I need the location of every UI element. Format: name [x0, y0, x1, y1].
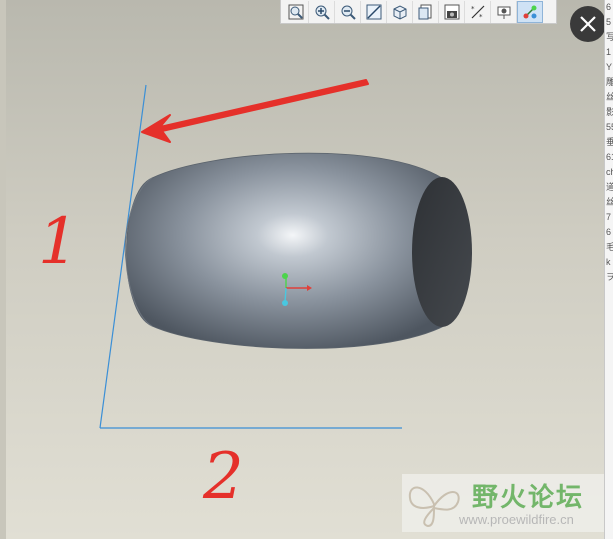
zoom-window-icon[interactable] — [283, 0, 309, 23]
svg-text:*: * — [471, 5, 475, 13]
panel-fragment: 影 — [606, 105, 613, 120]
close-button[interactable] — [570, 6, 606, 42]
panel-fragment: 55 — [606, 122, 613, 132]
snapshot-camera-icon[interactable] — [439, 0, 465, 23]
butterfly-logo-icon — [408, 486, 460, 528]
panel-fragment: 7 — [606, 212, 612, 222]
view-orientation-icon[interactable] — [387, 0, 413, 23]
panel-fragment: 垂 — [606, 135, 613, 150]
panel-fragment: 6 — [606, 227, 612, 237]
panel-fragment: Y — [606, 62, 613, 72]
panel-fragment: 雕 — [606, 75, 613, 90]
repaint-icon[interactable] — [361, 0, 387, 23]
right-side-panel: 6 5 写 1 Y 雕 丝 影 55 垂 61 ch 道 丝 7 6 毛 k ヲ — [604, 0, 613, 539]
saved-views-icon[interactable] — [413, 0, 439, 23]
zoom-in-icon[interactable] — [309, 0, 335, 23]
datum-planes-icon[interactable]: * * — [465, 0, 491, 23]
zoom-out-icon[interactable] — [335, 0, 361, 23]
panel-fragment: ch — [606, 167, 613, 177]
annotation-label-2: 2 — [203, 440, 244, 514]
svg-text:*: * — [479, 13, 483, 20]
panel-fragment: 道 — [606, 180, 613, 195]
panel-fragment: 丝 — [606, 90, 613, 105]
barrel-end-face[interactable] — [412, 177, 472, 327]
panel-fragment: 61 — [606, 152, 613, 162]
datum-csys-icon[interactable] — [517, 0, 543, 23]
panel-fragment: 6 — [606, 2, 612, 12]
watermark-url: www.proewildfire.cn — [459, 512, 574, 527]
model-scene[interactable] — [0, 0, 605, 539]
watermark: 野火论坛 www.proewildfire.cn — [402, 474, 605, 532]
view-toolbar: * * — [280, 0, 557, 24]
panel-fragment: 丝 — [606, 195, 613, 210]
annotation-arrow — [141, 79, 369, 143]
panel-fragment: 5 — [606, 17, 612, 27]
barrel-body[interactable] — [126, 152, 447, 349]
close-icon — [580, 16, 596, 32]
annotation-label-1: 1 — [38, 205, 79, 279]
panel-fragment: 毛 — [606, 240, 613, 255]
datum-axes-icon[interactable] — [491, 0, 517, 23]
panel-fragment: ヲ — [606, 270, 613, 285]
panel-fragment: k — [606, 257, 611, 267]
panel-fragment: 写 — [606, 30, 613, 45]
watermark-title: 野火论坛 — [472, 483, 585, 513]
panel-fragment: 1 — [606, 47, 612, 57]
